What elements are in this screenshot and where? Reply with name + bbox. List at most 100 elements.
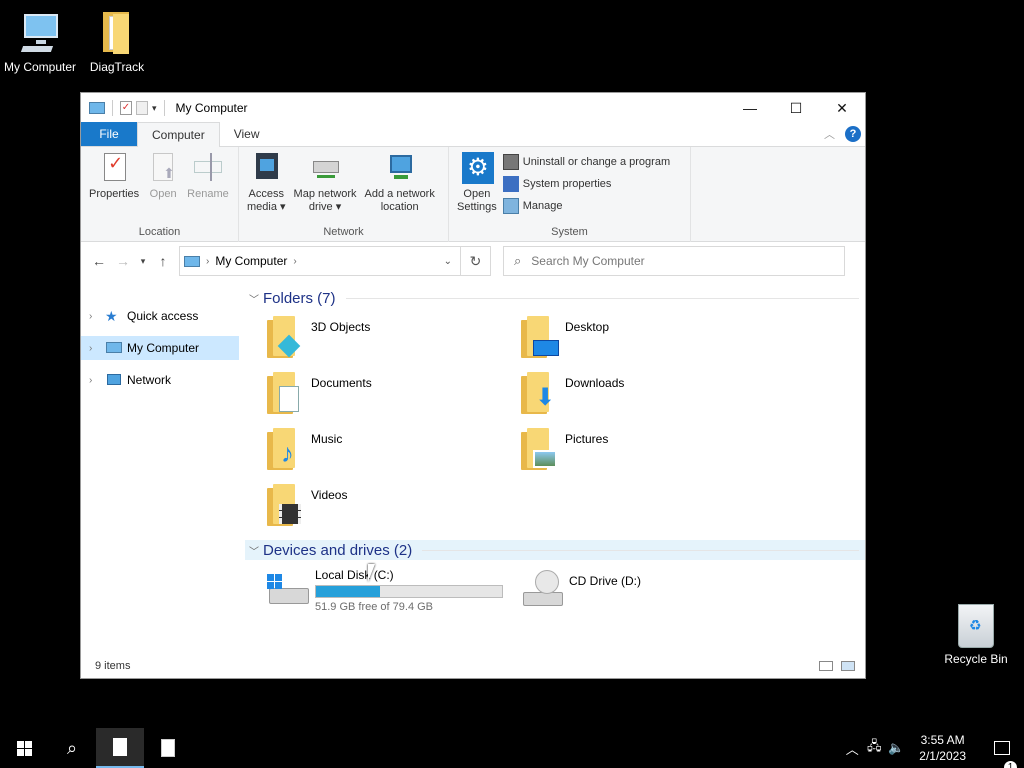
desktop-folder-icon: [519, 314, 561, 362]
videos-icon: [265, 482, 307, 530]
taskbar-app-explorer[interactable]: [96, 728, 144, 768]
details-view-button[interactable]: [819, 661, 833, 671]
folders-section-header[interactable]: ﹀ Folders (7): [245, 288, 865, 308]
folder-item-downloads[interactable]: ⬇ Downloads: [519, 370, 773, 418]
title-bar[interactable]: ✓ ▾ My Computer — ☐ ✕: [81, 93, 865, 123]
address-dropdown-icon[interactable]: ⌄: [444, 256, 452, 267]
collapse-ribbon-icon[interactable]: ︿: [824, 126, 835, 142]
network-status-icon[interactable]: 🖧: [863, 737, 885, 759]
search-icon: ⌕: [66, 737, 78, 758]
address-row: ← → ▾ ↑ › My Computer › ⌄ ↻ ⌕ Search My …: [81, 242, 865, 280]
system-properties-label: System properties: [522, 178, 612, 190]
large-icons-view-button[interactable]: [841, 661, 855, 671]
nav-item-my-computer[interactable]: › My Computer: [81, 336, 239, 360]
folder-item-3d-objects[interactable]: 3D Objects: [265, 314, 519, 362]
tab-view[interactable]: View: [220, 122, 274, 146]
windows-logo-icon: [16, 740, 32, 756]
folders-grid: 3D Objects Desktop Documents ⬇ Downloads…: [245, 308, 865, 530]
folder-name: Desktop: [565, 320, 610, 334]
desktop-icon-recycle-bin[interactable]: ♻ Recycle Bin: [938, 600, 1014, 666]
drives-list: Local Disk (C:) 51.9 GB free of 79.4 GB …: [245, 560, 865, 613]
action-center-button[interactable]: 1: [980, 741, 1024, 768]
minimize-button[interactable]: —: [727, 93, 773, 123]
map-network-drive-label: Map network drive ▾: [293, 188, 357, 213]
network-drive-icon: [309, 151, 341, 185]
expand-icon[interactable]: ›: [89, 375, 105, 386]
pictures-icon: [519, 426, 561, 474]
status-bar: 9 items: [81, 654, 865, 678]
folder-name: Documents: [311, 376, 372, 390]
properties-label: Properties: [89, 188, 140, 200]
drive-usage-bar: [315, 585, 503, 598]
chevron-down-icon[interactable]: ▾: [152, 103, 157, 114]
forward-button[interactable]: →: [111, 249, 135, 273]
clock-time: 3:55 AM: [920, 733, 965, 747]
network-icon: [105, 372, 123, 388]
expand-icon[interactable]: ›: [89, 343, 105, 354]
search-button[interactable]: ⌕: [48, 728, 96, 768]
recent-locations-button[interactable]: ▾: [135, 249, 151, 273]
expand-icon[interactable]: ›: [89, 311, 105, 322]
up-button[interactable]: ↑: [151, 249, 175, 273]
network-location-icon: [384, 151, 416, 185]
drive-item-local-disk[interactable]: Local Disk (C:) 51.9 GB free of 79.4 GB: [265, 568, 519, 613]
folder-item-documents[interactable]: Documents: [265, 370, 519, 418]
folder-item-desktop[interactable]: Desktop: [519, 314, 773, 362]
manage-button[interactable]: Manage: [502, 197, 670, 215]
show-hidden-icons-icon[interactable]: ︿: [841, 739, 863, 758]
media-icon: [250, 151, 282, 185]
nav-item-label: Network: [127, 373, 172, 387]
open-label: Open: [149, 188, 177, 200]
start-button[interactable]: [0, 728, 48, 768]
volume-icon[interactable]: 🔈: [885, 740, 907, 756]
folder-item-videos[interactable]: Videos: [265, 482, 519, 530]
search-box[interactable]: ⌕ Search My Computer: [503, 246, 845, 276]
rename-label: Rename: [187, 188, 229, 200]
desktop-icon-my-computer[interactable]: My Computer: [0, 10, 80, 74]
help-icon[interactable]: ?: [845, 126, 861, 142]
tab-computer[interactable]: Computer: [137, 122, 220, 147]
uninstall-program-button[interactable]: Uninstall or change a program: [502, 153, 670, 171]
desktop-icon-label: My Computer: [3, 60, 77, 74]
address-bar[interactable]: › My Computer › ⌄: [179, 246, 461, 276]
desktop-icon-diagtrack[interactable]: DiagTrack: [77, 10, 157, 74]
mouse-cursor: [368, 564, 382, 582]
manage-label: Manage: [522, 200, 563, 212]
maximize-button[interactable]: ☐: [773, 93, 819, 123]
system-tray: ︿ 🖧 🔈 3:55 AM 2/1/2023 1: [841, 728, 1024, 768]
nav-item-quick-access[interactable]: › ★ Quick access: [81, 304, 239, 328]
close-button[interactable]: ✕: [819, 93, 865, 123]
folder-item-pictures[interactable]: Pictures: [519, 426, 773, 474]
folder-icon: [93, 10, 141, 58]
notification-icon: [994, 741, 1010, 755]
access-media-label: Access media ▾: [247, 188, 286, 213]
group-name-network: Network: [323, 226, 364, 238]
collapse-icon[interactable]: ﹀: [245, 291, 263, 306]
folder-item-music[interactable]: ♪ Music: [265, 426, 519, 474]
window-title: My Computer: [175, 101, 248, 115]
system-properties-icon: [502, 176, 519, 192]
new-folder-icon[interactable]: [136, 101, 148, 115]
refresh-button[interactable]: ↻: [461, 246, 491, 276]
address-path[interactable]: My Computer: [215, 254, 287, 268]
item-count: 9 items: [95, 660, 131, 672]
system-properties-button[interactable]: System properties: [502, 175, 670, 193]
properties-icon[interactable]: ✓: [120, 101, 132, 115]
drive-name: CD Drive (D:): [569, 574, 641, 588]
tab-file[interactable]: File: [81, 122, 137, 146]
desktop-icon-label: Recycle Bin: [944, 652, 1008, 666]
breadcrumb-separator-icon[interactable]: ›: [206, 256, 209, 267]
drive-item-cd-drive[interactable]: CD Drive (D:): [519, 568, 773, 613]
devices-section-header[interactable]: ﹀ Devices and drives (2): [245, 540, 865, 560]
group-name-location: Location: [138, 226, 181, 238]
uninstall-icon: [502, 154, 519, 170]
nav-item-label: My Computer: [127, 341, 200, 355]
nav-item-label: Quick access: [127, 309, 199, 323]
open-icon: ⬆: [147, 151, 179, 185]
back-button[interactable]: ←: [87, 249, 111, 273]
clock[interactable]: 3:55 AM 2/1/2023: [907, 732, 980, 764]
nav-item-network[interactable]: › Network: [81, 368, 239, 392]
breadcrumb-separator-icon[interactable]: ›: [293, 256, 296, 267]
collapse-icon[interactable]: ﹀: [245, 543, 263, 558]
taskbar-app-document[interactable]: [144, 728, 192, 768]
